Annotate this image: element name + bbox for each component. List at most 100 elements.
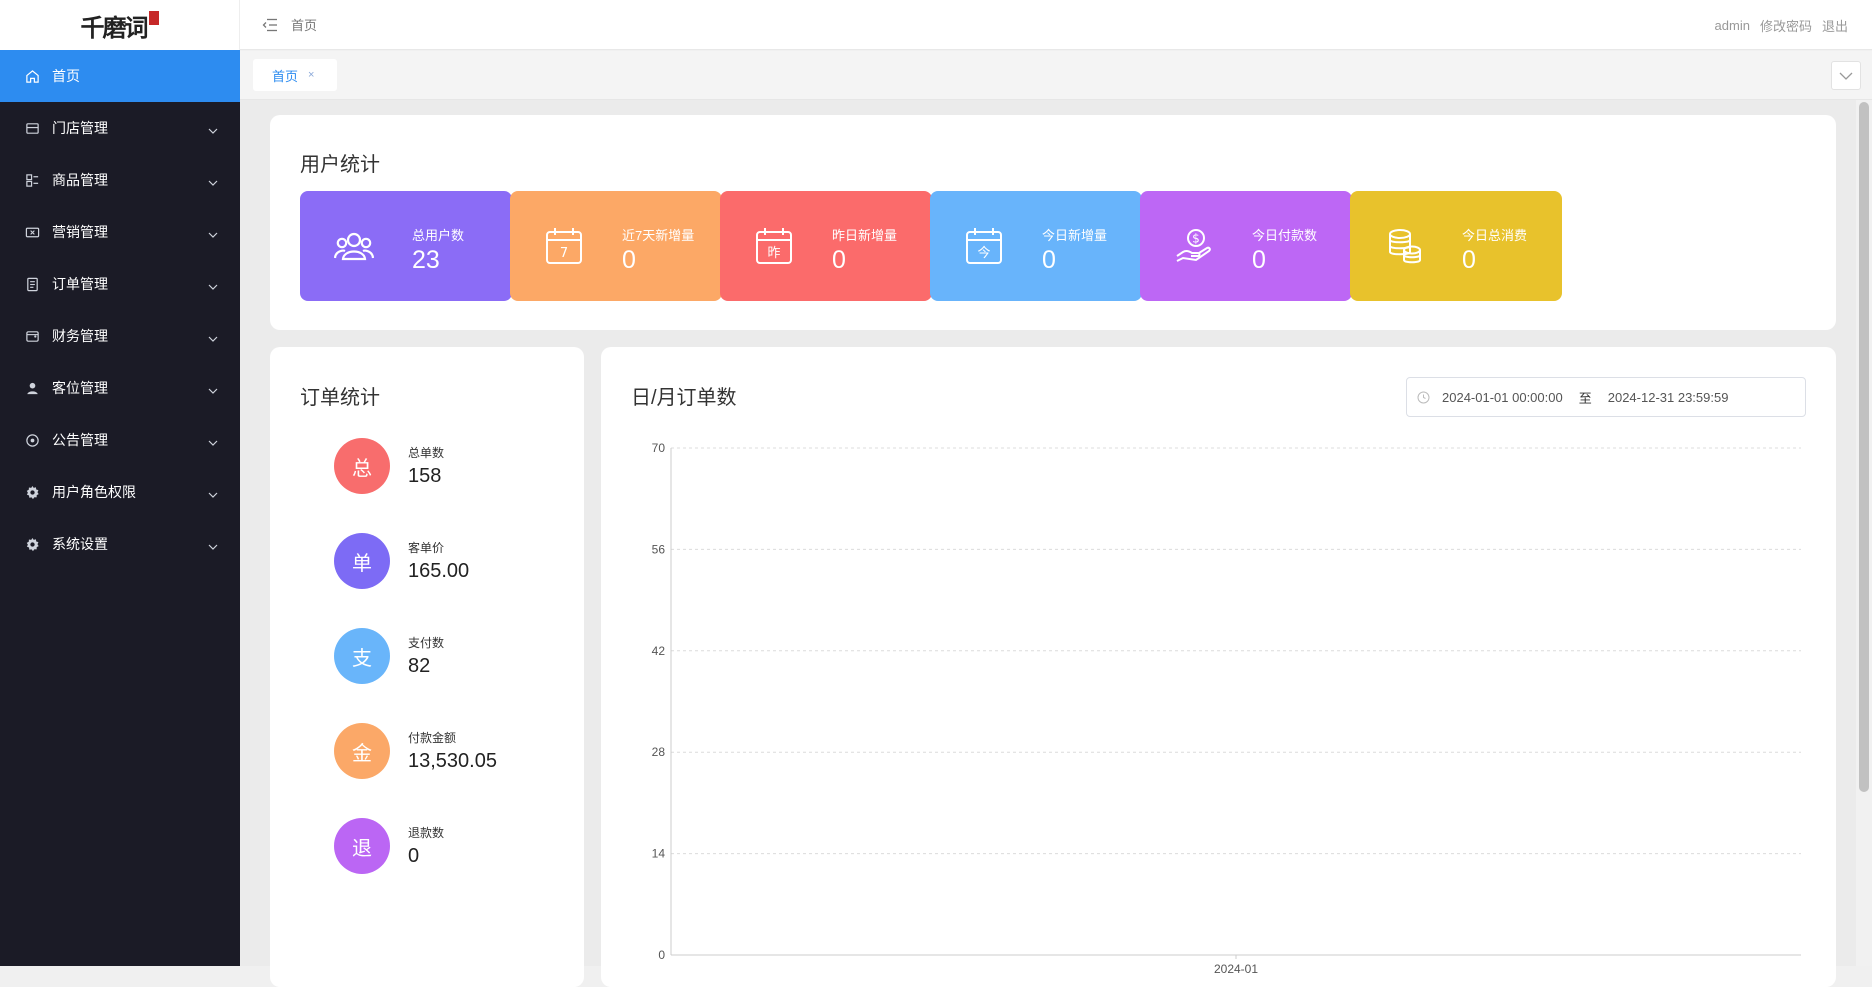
stat-value: 0	[1462, 246, 1476, 274]
chevron-down-icon	[208, 433, 218, 449]
order-stat-value: 13,530.05	[408, 750, 497, 772]
goods-icon	[24, 172, 40, 188]
home-icon	[24, 68, 40, 84]
svg-text:昨: 昨	[767, 246, 780, 261]
stat-card-3[interactable]: 今 今日新增量 0	[930, 191, 1142, 301]
sidebar-item-2[interactable]: 商品管理	[0, 154, 240, 206]
svg-text:7: 7	[560, 246, 568, 261]
coins-icon	[1384, 226, 1424, 266]
order-stat-label: 付款金额	[408, 731, 457, 745]
tab-home[interactable]: 首页 ×	[253, 59, 337, 91]
stat-value: 0	[1042, 246, 1056, 274]
order-stat-text: 总单数 158	[408, 444, 444, 488]
calendar-7-icon: 7	[544, 226, 584, 266]
y-tick-label: 56	[652, 542, 666, 556]
tab-label: 首页	[272, 68, 299, 84]
order-stat-badge: 退	[334, 818, 390, 874]
order-stat-text: 退款数 0	[408, 824, 444, 868]
order-stat-badge: 支	[334, 628, 390, 684]
order-stat-item: 单 客单价 165.00	[334, 533, 469, 589]
money-hand-icon: $	[1174, 226, 1214, 266]
svg-text:今: 今	[977, 245, 990, 261]
sidebar-item-6[interactable]: 客位管理	[0, 362, 240, 414]
stat-card-0[interactable]: 总用户数 23	[300, 191, 512, 301]
order-stat-text: 支付数 82	[408, 634, 444, 678]
chevron-down-icon	[208, 173, 218, 189]
sidebar-menu: 首页门店管理商品管理营销管理 订单管理 财务管理 客位管理公告管理用户角色权限 系统设置	[0, 50, 240, 570]
order-stats-title: 订单统计	[300, 387, 380, 409]
top-bar: 首页 admin 修改密码 退出	[240, 0, 1872, 50]
change-password-link[interactable]: 修改密码	[1760, 16, 1812, 35]
chevron-down-icon	[1839, 72, 1853, 80]
sidebar-item-9[interactable]: 系统设置	[0, 518, 240, 570]
stat-value: 0	[622, 246, 636, 274]
logo-text: 千磨词	[80, 12, 149, 42]
order-stats-card: 订单统计 总 总单数 158 单 客单价 165.00 支 支付数 82 金 付款金额 13,530.…	[270, 347, 584, 987]
chevron-down-icon	[208, 121, 218, 137]
y-tick-label: 14	[652, 847, 666, 861]
sidebar-item-label: 门店管理	[52, 120, 108, 136]
wallet-icon	[24, 328, 40, 344]
sidebar-item-4[interactable]: 订单管理	[0, 258, 240, 310]
stat-card-4[interactable]: $ 今日付款数 0	[1140, 191, 1352, 301]
sidebar-item-7[interactable]: 公告管理	[0, 414, 240, 466]
gear-icon	[24, 536, 40, 552]
stat-label: 近7天新增量	[622, 228, 695, 243]
sidebar: 千磨词 首页门店管理商品管理营销管理 订单管理 财务管理 客位管理公告管理用户角色权限…	[0, 0, 240, 966]
compass-icon	[24, 432, 40, 448]
calendar-today-icon: 今	[964, 226, 1004, 266]
sidebar-item-0[interactable]: 首页	[0, 50, 240, 102]
y-tick-label: 0	[658, 948, 665, 962]
breadcrumb[interactable]: 首页	[291, 15, 317, 34]
stat-card-5[interactable]: 今日总消费 0	[1350, 191, 1562, 301]
sidebar-item-label: 商品管理	[52, 172, 108, 188]
stat-label: 昨日新增量	[832, 228, 898, 243]
user-stats-title: 用户统计	[300, 154, 380, 176]
chevron-down-icon	[208, 277, 218, 293]
sidebar-item-label: 用户角色权限	[52, 484, 136, 500]
person-icon	[24, 380, 40, 396]
order-stat-item: 总 总单数 158	[334, 438, 444, 494]
chevron-down-icon	[208, 537, 218, 553]
gear-icon	[24, 484, 40, 500]
stat-label: 今日付款数	[1252, 228, 1318, 243]
order-line-chart: 0 14 28 42 56 70 2024-01	[652, 441, 1801, 976]
menu-fold-icon[interactable]	[262, 18, 278, 32]
tab-close-icon[interactable]: ×	[308, 69, 314, 81]
calendar-yesterday-icon: 昨	[754, 226, 794, 266]
sidebar-item-3[interactable]: 营销管理	[0, 206, 240, 258]
stat-value: 0	[1252, 246, 1266, 274]
order-stat-label: 支付数	[408, 636, 445, 650]
sidebar-item-label: 公告管理	[52, 432, 108, 448]
logo-image: 千磨词	[74, 8, 166, 42]
stat-value: 0	[832, 246, 846, 274]
order-stat-value: 165.00	[408, 560, 470, 582]
chevron-down-icon	[208, 225, 218, 241]
stat-label: 今日新增量	[1042, 228, 1108, 243]
chevron-down-icon	[208, 381, 218, 397]
logout-link[interactable]: 退出	[1822, 16, 1848, 35]
username[interactable]: admin	[1715, 18, 1750, 33]
vertical-scrollbar[interactable]	[1856, 100, 1872, 966]
order-stat-text: 客单价 165.00	[408, 539, 469, 583]
sidebar-item-8[interactable]: 用户角色权限	[0, 466, 240, 518]
order-stat-item: 退 退款数 0	[334, 818, 444, 874]
stat-card-1[interactable]: 7 近7天新增量 0	[510, 191, 722, 301]
order-stat-value: 158	[408, 465, 442, 487]
x-tick-label: 2024-01	[1214, 962, 1258, 976]
sidebar-item-1[interactable]: 门店管理	[0, 102, 240, 154]
stat-label: 总用户数	[412, 228, 465, 243]
tabs-dropdown-button[interactable]	[1831, 61, 1861, 90]
stat-card-2[interactable]: 昨 昨日新增量 0	[720, 191, 932, 301]
order-stat-badge: 单	[334, 533, 390, 589]
chevron-down-icon	[208, 485, 218, 501]
store-icon	[24, 120, 40, 136]
logo[interactable]: 千磨词	[0, 0, 240, 50]
order-stat-badge: 总	[334, 438, 390, 494]
scrollbar-thumb[interactable]	[1859, 102, 1869, 792]
order-stat-value: 0	[408, 845, 420, 867]
chevron-down-icon	[208, 329, 218, 345]
order-stat-label: 总单数	[408, 446, 445, 460]
sidebar-item-5[interactable]: 财务管理	[0, 310, 240, 362]
sidebar-item-label: 系统设置	[52, 536, 108, 552]
